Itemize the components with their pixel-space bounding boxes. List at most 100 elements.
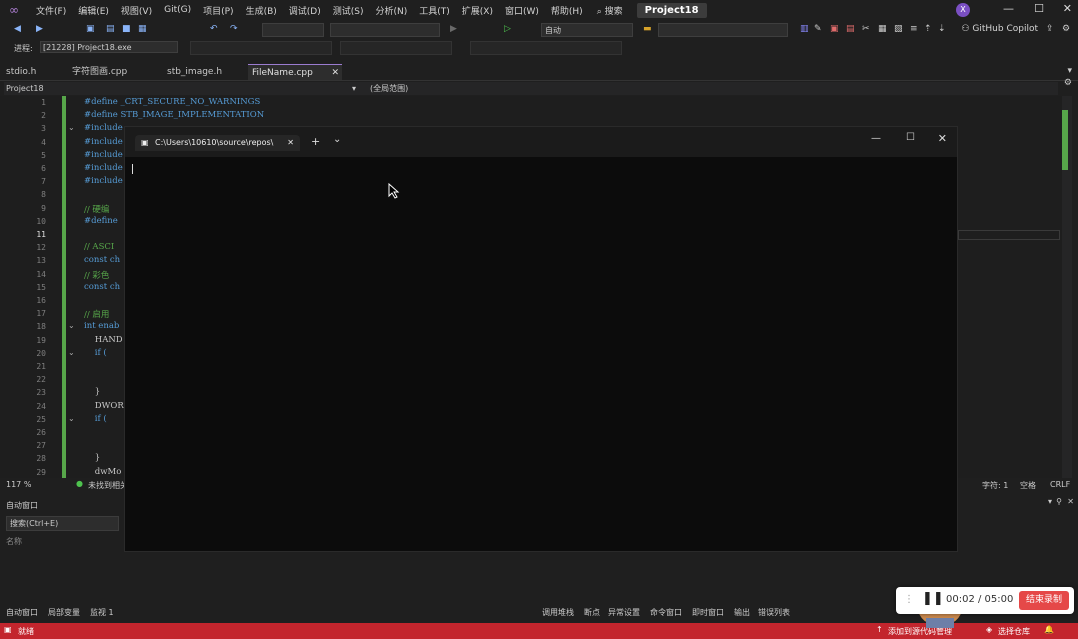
tab-autos[interactable]: 自动窗口 <box>6 607 38 618</box>
visual-studio-logo-icon[interactable]: ∞ <box>6 3 22 17</box>
settings-icon[interactable]: ⚙ <box>1062 24 1072 34</box>
lifecycle-dropdown[interactable] <box>190 41 332 55</box>
tool-icon-2[interactable]: ▣ <box>830 24 840 34</box>
code-line[interactable]: } <box>84 453 100 463</box>
column-indicator[interactable]: 字符: 1 <box>982 480 1008 491</box>
avatar[interactable]: X <box>956 3 970 17</box>
thread-filter-dropdown[interactable] <box>340 41 452 55</box>
tab-exception-settings[interactable]: 异常设置 <box>608 607 640 618</box>
tool-icon-6[interactable]: ▧ <box>894 24 904 34</box>
search-box[interactable]: ⌕ 搜索 <box>597 4 623 17</box>
maximize-icon[interactable]: ☐ <box>1034 2 1044 15</box>
minimize-icon[interactable]: — <box>1003 2 1014 15</box>
menu-project[interactable]: 项目(P) <box>197 4 239 17</box>
tab-output[interactable]: 输出 <box>734 607 750 618</box>
tool-icon-8[interactable]: ⇡ <box>924 24 934 34</box>
continue-icon[interactable]: ▶ <box>450 24 460 34</box>
code-line[interactable]: #define <box>84 216 118 226</box>
panel-menu-icon[interactable]: ▾ <box>1048 497 1052 506</box>
code-line[interactable]: dwMo <box>84 467 122 477</box>
process-dropdown[interactable]: [21228] Project18.exe <box>40 41 178 53</box>
tab-dropdown-button[interactable]: ⌄ <box>333 134 341 145</box>
code-line[interactable]: } <box>84 387 100 397</box>
share-icon[interactable]: ⇪ <box>1046 24 1056 34</box>
code-line[interactable]: #define STB_IMAGE_IMPLEMENTATION <box>84 110 264 120</box>
tab-error-list[interactable]: 错误列表 <box>758 607 790 618</box>
code-line[interactable]: #include <box>84 123 123 133</box>
eol-indicator[interactable]: CRLF <box>1050 480 1070 489</box>
code-line[interactable]: int enab <box>84 321 119 331</box>
code-line[interactable]: // ASCI <box>84 242 114 252</box>
terminal-maximize-icon[interactable]: ☐ <box>906 132 915 143</box>
menu-window[interactable]: 窗口(W) <box>499 4 545 17</box>
menu-build[interactable]: 生成(B) <box>240 4 283 17</box>
code-line[interactable]: #include <box>84 163 123 173</box>
tab-watch-1[interactable]: 监视 1 <box>90 607 114 618</box>
notifications-icon[interactable]: 🔔 <box>1044 625 1054 634</box>
code-line[interactable]: const ch <box>84 255 120 265</box>
code-line[interactable]: #define _CRT_SECURE_NO_WARNINGS <box>84 97 260 107</box>
menu-extensions[interactable]: 扩展(X) <box>456 4 499 17</box>
menu-tools[interactable]: 工具(T) <box>413 4 456 17</box>
menu-git[interactable]: Git(G) <box>158 5 197 15</box>
menu-analyze[interactable]: 分析(N) <box>369 4 413 17</box>
tab-immediate-window[interactable]: 即时窗口 <box>692 607 724 618</box>
tab-call-stack[interactable]: 调用堆栈 <box>542 607 574 618</box>
start-without-debug-icon[interactable]: ▷ <box>504 24 514 34</box>
pin-icon[interactable]: ⚲ <box>1056 497 1062 506</box>
menu-debug[interactable]: 调试(D) <box>283 4 327 17</box>
project-nav-dropdown[interactable]: Project18 ▾ <box>6 83 358 94</box>
undo-icon[interactable]: ↶ <box>210 24 220 34</box>
indent-indicator[interactable]: 空格 <box>1020 480 1036 491</box>
fold-chevron-icon[interactable]: ⌄ <box>68 414 75 423</box>
stop-recording-button[interactable]: 结束录制 <box>1019 591 1069 610</box>
tab-breakpoints[interactable]: 断点 <box>584 607 600 618</box>
drag-handle-icon[interactable]: ⋮ <box>904 594 914 605</box>
tab-filename-cpp[interactable]: FileName.cpp ✕ <box>248 64 342 80</box>
tool-icon-4[interactable]: ✂ <box>862 24 872 34</box>
tool-icon-7[interactable]: ≡ <box>910 24 920 34</box>
tab-list-icon[interactable]: ▾ <box>1067 66 1072 76</box>
close-icon[interactable]: ✕ <box>1063 2 1072 15</box>
code-line[interactable]: HAND <box>84 335 123 345</box>
code-line[interactable]: DWOR <box>84 401 124 411</box>
menu-edit[interactable]: 编辑(E) <box>72 4 115 17</box>
menu-help[interactable]: 帮助(H) <box>545 4 589 17</box>
vertical-scrollbar[interactable] <box>1062 96 1072 478</box>
code-line[interactable]: if ( <box>84 414 107 424</box>
fold-chevron-icon[interactable]: ⌄ <box>68 348 75 357</box>
scope-dropdown[interactable]: (全局范围) <box>370 83 670 94</box>
configuration-dropdown[interactable] <box>262 23 324 37</box>
redo-icon[interactable]: ↷ <box>230 24 240 34</box>
scrollbar-thumb[interactable] <box>1062 110 1068 170</box>
terminal-tab-close-icon[interactable]: ✕ <box>287 135 294 151</box>
zoom-level[interactable]: 117 % <box>6 480 31 489</box>
tab-close-icon[interactable]: ✕ <box>331 65 339 81</box>
github-copilot-button[interactable]: ⚇ GitHub Copilot <box>961 24 1038 34</box>
pause-icon[interactable]: ❚❚ <box>922 591 944 606</box>
solution-config-dropdown[interactable]: 自动 <box>541 23 633 37</box>
terminal-tab[interactable]: ▣ C:\Users\10610\source\repos\ ✕ <box>135 135 300 151</box>
tab-char-art-cpp[interactable]: 字符图画.cpp <box>72 64 127 80</box>
terminal-close-icon[interactable]: ✕ <box>938 132 947 145</box>
select-repository[interactable]: 选择仓库 <box>998 626 1030 637</box>
terminal-window[interactable]: ▣ C:\Users\10610\source\repos\ ✕ + ⌄ — ☐… <box>124 126 958 552</box>
terminal-titlebar[interactable]: ▣ C:\Users\10610\source\repos\ ✕ + ⌄ — ☐… <box>125 127 957 157</box>
platform-dropdown[interactable] <box>330 23 440 37</box>
tab-stb-image-h[interactable]: stb_image.h <box>167 64 222 80</box>
back-icon[interactable]: ◀ <box>14 24 24 34</box>
fold-chevron-icon[interactable]: ⌄ <box>68 123 75 132</box>
tool-icon-3[interactable]: ▤ <box>846 24 856 34</box>
open-folder-icon[interactable]: ▤ <box>106 24 116 34</box>
fold-chevron-icon[interactable]: ⌄ <box>68 321 75 330</box>
wrench-icon[interactable]: ✎ <box>814 24 824 34</box>
code-line[interactable]: const ch <box>84 282 120 292</box>
new-tab-button[interactable]: + <box>311 135 320 148</box>
code-line[interactable]: #include <box>84 150 123 160</box>
menu-file[interactable]: 文件(F) <box>30 4 72 17</box>
new-item-icon[interactable]: ▣ <box>86 24 96 34</box>
stack-frame-dropdown[interactable] <box>470 41 622 55</box>
tab-command-window[interactable]: 命令窗口 <box>650 607 682 618</box>
forward-icon[interactable]: ▶ <box>36 24 46 34</box>
tab-settings-icon[interactable]: ⚙ <box>1064 78 1072 88</box>
